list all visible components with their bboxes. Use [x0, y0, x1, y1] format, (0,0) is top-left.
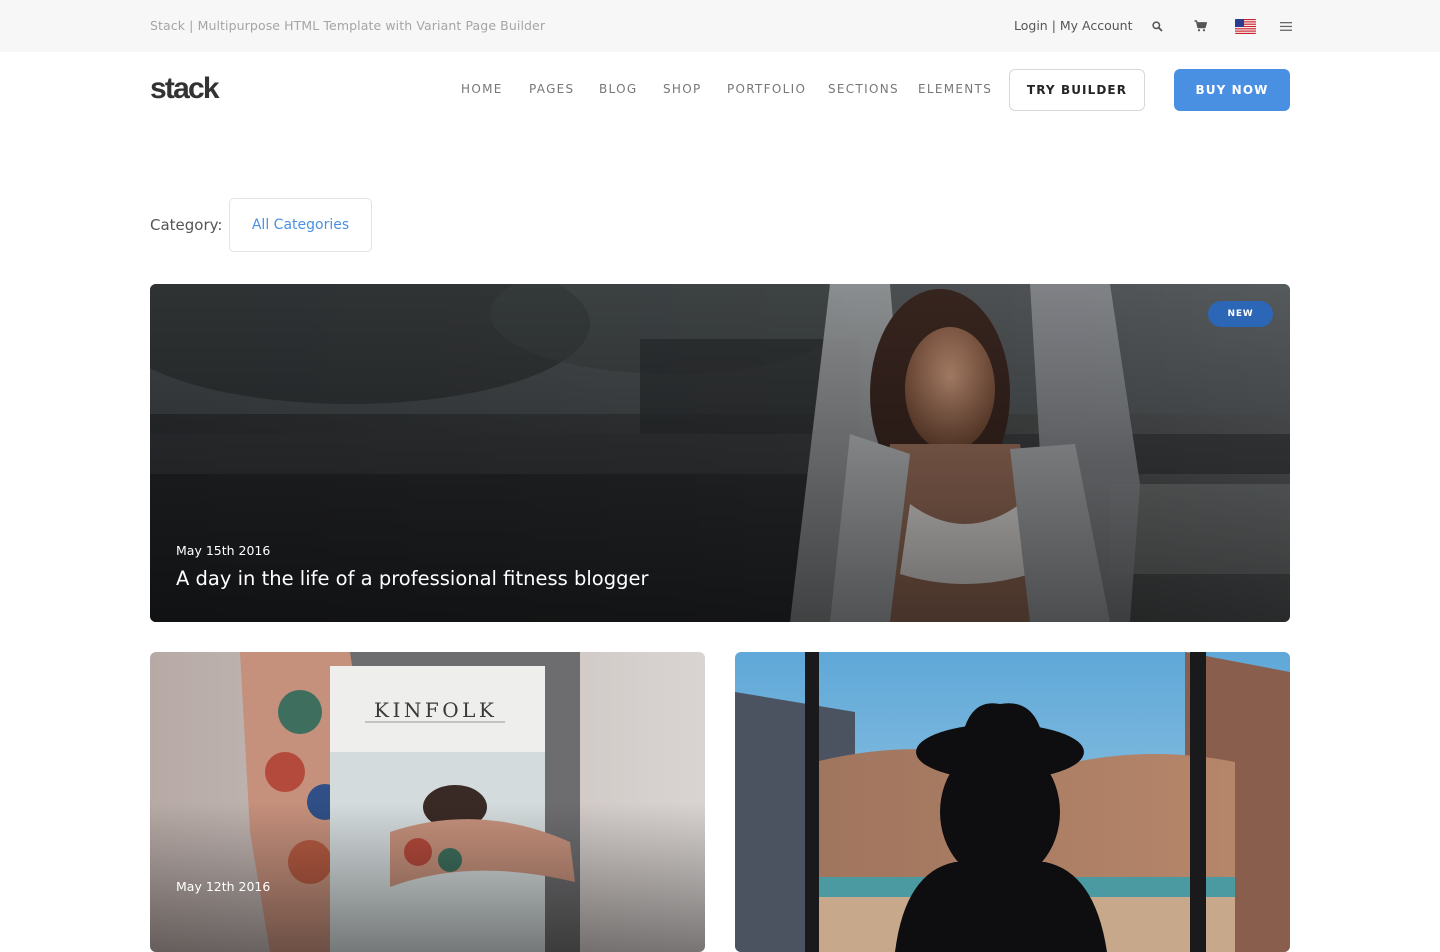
buy-now-button[interactable]: BUY NOW: [1174, 69, 1290, 111]
nav-home[interactable]: HOME: [461, 82, 503, 96]
post-date: May 12th 2016: [176, 879, 271, 894]
post-title[interactable]: A day in the life of a professional fitn…: [176, 567, 648, 590]
try-builder-button[interactable]: TRY BUILDER: [1009, 69, 1145, 111]
post-card[interactable]: KINFOLK May 12th 2016: [150, 652, 705, 952]
featured-post-card[interactable]: NEW May 15th 2016 A day in the life of a…: [150, 284, 1290, 622]
post-image: [150, 652, 705, 952]
site-logo[interactable]: stack: [150, 72, 220, 106]
nav-shop[interactable]: SHOP: [663, 82, 702, 96]
post-card[interactable]: [735, 652, 1290, 952]
menu-icon[interactable]: [1277, 17, 1295, 35]
search-icon[interactable]: [1148, 17, 1166, 35]
account-links[interactable]: Login | My Account: [1014, 18, 1133, 33]
nav-portfolio[interactable]: PORTFOLIO: [727, 82, 806, 96]
magazine-cover-title: KINFOLK: [374, 698, 498, 722]
nav-blog[interactable]: BLOG: [599, 82, 637, 96]
site-tagline: Stack | Multipurpose HTML Template with …: [150, 18, 546, 33]
us-flag-icon[interactable]: [1235, 19, 1256, 34]
nav-pages[interactable]: PAGES: [529, 82, 574, 96]
new-badge: NEW: [1208, 301, 1273, 327]
nav-elements[interactable]: ELEMENTS: [918, 82, 992, 96]
category-select[interactable]: All Categories: [229, 198, 372, 252]
post-image: [735, 652, 1290, 952]
nav-sections[interactable]: SECTIONS: [828, 82, 899, 96]
cart-icon[interactable]: [1191, 17, 1209, 35]
utility-bar: Stack | Multipurpose HTML Template with …: [0, 0, 1440, 52]
category-label: Category:: [150, 216, 223, 234]
post-date: May 15th 2016: [176, 543, 271, 558]
